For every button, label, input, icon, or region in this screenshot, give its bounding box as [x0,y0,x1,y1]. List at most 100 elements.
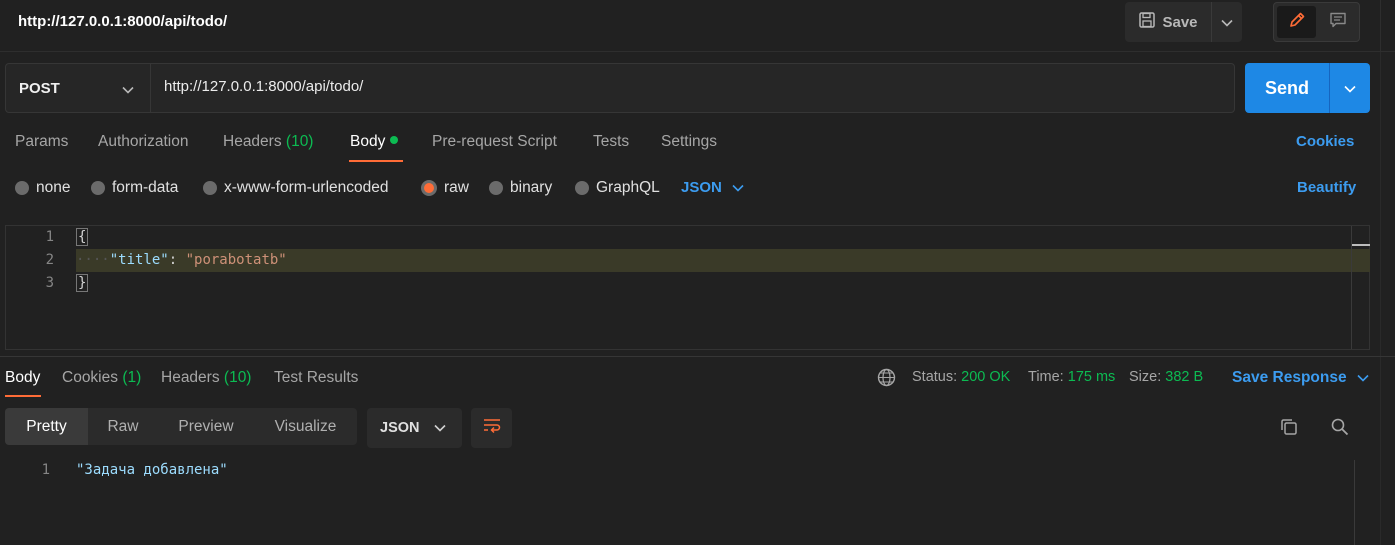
tab-pre-request-script[interactable]: Pre-request Script [432,133,557,151]
tab-authorization[interactable]: Authorization [98,133,188,151]
response-view-tabs: Pretty Raw Preview Visualize [5,408,357,445]
save-response-label: Save Response [1232,369,1347,386]
active-tab-underline [349,160,403,162]
radio-none-label: none [36,179,71,196]
method-label: POST [19,79,60,97]
request-title[interactable]: http://127.0.0.1:8000/api/todo/ [18,13,227,30]
radio-circle [489,181,503,195]
open-brace: { [76,228,89,246]
view-tab-pretty[interactable]: Pretty [5,408,88,445]
response-time: Time: 175 ms [1028,369,1115,385]
time-label: Time: [1028,369,1064,385]
chevron-down-icon [1344,80,1356,97]
close-brace: } [76,274,89,292]
body-language-label: JSON [681,179,722,196]
active-response-tab-underline [5,395,41,397]
chevron-down-icon [433,420,446,436]
status-value: 200 OK [961,369,1011,385]
response-size: Size: 382 B [1129,369,1203,385]
response-line-number: 1 [41,462,50,478]
edit-mode-button[interactable] [1277,6,1316,38]
globe-icon[interactable] [877,368,896,391]
radio-urlencoded-label: x-www-form-urlencoded [224,179,389,196]
response-tab-cookies-count: (1) [122,369,142,386]
line-number: 3 [45,275,54,291]
view-tab-visualize[interactable]: Visualize [254,408,357,445]
response-tab-headers-label: Headers [161,369,220,386]
view-mode-toggle [1273,2,1360,42]
code-line: } [76,274,89,292]
top-bar: http://127.0.0.1:8000/api/todo/ Save [0,0,1395,52]
save-group: Save [1125,2,1242,42]
comment-icon [1329,11,1347,33]
code-line: { [76,228,89,246]
line-number: 1 [45,229,54,245]
response-tab-test-results[interactable]: Test Results [274,369,358,387]
cookies-link[interactable]: Cookies [1296,133,1354,150]
comments-mode-button[interactable] [1318,6,1357,38]
url-input[interactable]: http://127.0.0.1:8000/api/todo/ [164,78,363,95]
save-response-button[interactable]: Save Response [1232,369,1369,387]
view-tab-raw[interactable]: Raw [88,408,158,445]
send-dropdown-button[interactable] [1330,63,1370,113]
response-tab-headers-count: (10) [223,369,252,386]
copy-icon[interactable] [1279,417,1299,441]
radio-graphql[interactable]: GraphQL [575,179,660,197]
response-tab-cookies[interactable]: Cookies (1) [62,369,141,387]
radio-form-data[interactable]: form-data [91,179,178,197]
tab-headers-label: Headers [223,133,282,150]
tab-params[interactable]: Params [15,133,68,151]
json-colon: : [168,252,186,268]
response-body-text[interactable]: "Задача добавлена" [76,462,228,478]
json-key: "title" [109,252,169,268]
radio-graphql-label: GraphQL [596,179,660,196]
save-dropdown-button[interactable] [1212,2,1242,42]
radio-urlencoded[interactable]: x-www-form-urlencoded [203,179,389,197]
radio-circle [91,181,105,195]
save-icon [1138,11,1156,33]
radio-raw[interactable]: raw [421,179,469,197]
json-value: "porabotatb" [185,252,287,268]
radio-circle [203,181,217,195]
tab-body[interactable]: Body [350,133,399,151]
save-button[interactable]: Save [1125,2,1211,42]
response-tab-cookies-label: Cookies [62,369,118,386]
tab-headers[interactable]: Headers (10) [223,133,313,151]
radio-none[interactable]: none [15,179,70,197]
radio-binary-label: binary [510,179,553,196]
status-label: Status: [912,369,958,385]
radio-raw-label: raw [444,179,469,196]
view-tab-preview[interactable]: Preview [158,408,254,445]
response-format-label: JSON [380,420,420,436]
response-format-select[interactable]: JSON [367,408,462,448]
chevron-down-icon [732,179,744,196]
response-tab-headers[interactable]: Headers (10) [161,369,251,387]
right-sidebar-divider [1380,52,1381,545]
radio-circle-selected [421,180,437,196]
send-group: Send [1245,63,1370,113]
search-icon[interactable] [1330,417,1350,441]
pencil-icon [1288,11,1306,33]
save-label: Save [1162,13,1198,31]
radio-binary[interactable]: binary [489,179,552,197]
tab-tests[interactable]: Tests [593,133,629,151]
chevron-down-icon [122,81,134,98]
wrap-lines-icon [482,417,502,439]
size-label: Size: [1129,369,1162,385]
send-button[interactable]: Send [1245,63,1329,113]
request-response-divider[interactable] [0,356,1395,357]
chevron-down-icon [1357,369,1369,387]
tab-settings[interactable]: Settings [661,133,717,151]
response-scrollbar[interactable] [1354,460,1355,545]
response-status: Status: 200 OK [912,369,1010,385]
response-tab-body[interactable]: Body [5,369,40,387]
indent-whitespace: ···· [76,252,110,268]
radio-form-data-label: form-data [112,179,179,196]
beautify-link[interactable]: Beautify [1297,179,1356,196]
time-value: 175 ms [1067,369,1116,385]
radio-circle [575,181,589,195]
body-language-select[interactable]: JSON [681,179,744,196]
wrap-lines-button[interactable] [471,408,512,448]
request-body-editor[interactable]: 1 2 3 { ····"title": "porabotatb" } [5,225,1370,350]
line-number: 2 [45,252,54,268]
